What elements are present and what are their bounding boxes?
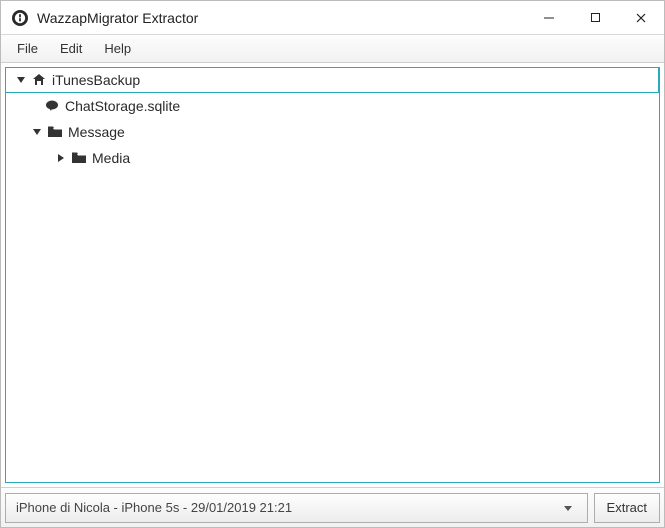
- folder-icon: [47, 124, 63, 140]
- chevron-down-icon[interactable]: [14, 73, 28, 87]
- tree-view[interactable]: iTunesBackup ChatStorage.sqlite Message: [5, 67, 660, 483]
- menu-file[interactable]: File: [17, 41, 38, 56]
- chat-icon: [44, 98, 60, 114]
- home-icon: [31, 72, 47, 88]
- menubar: File Edit Help: [1, 35, 664, 63]
- bottombar: iPhone di Nicola - iPhone 5s - 29/01/201…: [1, 487, 664, 527]
- tree-node-message[interactable]: Message: [6, 119, 659, 145]
- menu-help[interactable]: Help: [104, 41, 131, 56]
- tree-node-chatstorage[interactable]: ChatStorage.sqlite: [6, 93, 659, 119]
- chevron-down-icon[interactable]: [30, 125, 44, 139]
- chevron-down-icon: [559, 503, 577, 513]
- tree-node-itunesbackup[interactable]: iTunesBackup: [5, 67, 659, 93]
- extract-button-label: Extract: [607, 500, 647, 515]
- tree-node-media[interactable]: Media: [6, 145, 659, 171]
- minimize-button[interactable]: [526, 1, 572, 34]
- chevron-right-icon[interactable]: [54, 151, 68, 165]
- device-select[interactable]: iPhone di Nicola - iPhone 5s - 29/01/201…: [5, 493, 588, 523]
- close-button[interactable]: [618, 1, 664, 34]
- maximize-button[interactable]: [572, 1, 618, 34]
- tree-label: Media: [92, 150, 130, 166]
- titlebar: WazzapMigrator Extractor: [1, 1, 664, 35]
- window-title: WazzapMigrator Extractor: [37, 10, 526, 26]
- tree-label: iTunesBackup: [52, 72, 140, 88]
- app-icon: [11, 9, 29, 27]
- extract-button[interactable]: Extract: [594, 493, 660, 523]
- tree-label: Message: [68, 124, 125, 140]
- tree-label: ChatStorage.sqlite: [65, 98, 180, 114]
- content-area: iTunesBackup ChatStorage.sqlite Message: [1, 63, 664, 487]
- app-window: WazzapMigrator Extractor File Edit Help: [0, 0, 665, 528]
- window-controls: [526, 1, 664, 34]
- menu-edit[interactable]: Edit: [60, 41, 82, 56]
- device-select-label: iPhone di Nicola - iPhone 5s - 29/01/201…: [16, 500, 559, 515]
- folder-icon: [71, 150, 87, 166]
